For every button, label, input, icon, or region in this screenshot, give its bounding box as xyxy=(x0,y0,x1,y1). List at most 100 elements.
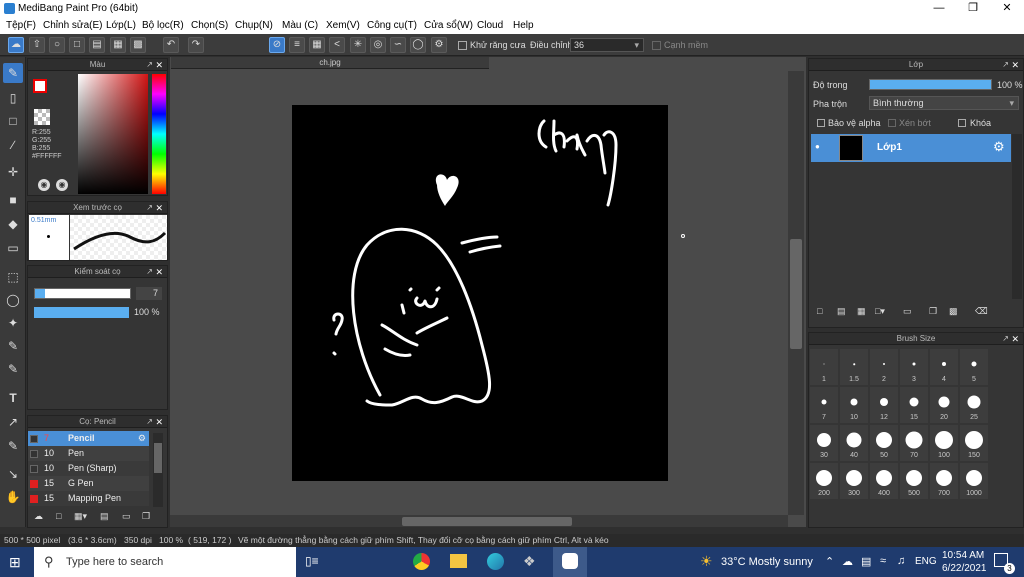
select-eraser-icon[interactable]: ✎ xyxy=(3,359,23,379)
new-layer-icon[interactable]: □ xyxy=(817,306,822,316)
close-icon[interactable]: ✕ xyxy=(1011,333,1019,345)
settings-icon[interactable]: ⚙ xyxy=(431,37,447,53)
brush-size-500[interactable]: 500 xyxy=(900,463,928,499)
close-icon[interactable]: ✕ xyxy=(155,416,163,428)
cloud-icon[interactable]: ☁ xyxy=(8,37,24,53)
brush-item-pen-sharp[interactable]: 10 Pen (Sharp) xyxy=(28,461,149,476)
grid-icon[interactable]: ▩ xyxy=(130,37,146,53)
move-tool-icon[interactable]: ✛ xyxy=(3,162,23,182)
undo-icon[interactable]: ↶ xyxy=(163,37,179,53)
popout-icon[interactable]: ↗ xyxy=(146,416,153,428)
brush-tool-icon[interactable]: ✎ xyxy=(3,63,23,83)
clock-time[interactable]: 10:54 AM xyxy=(942,550,984,561)
minimize-button[interactable]: — xyxy=(922,0,956,17)
close-icon[interactable]: ✕ xyxy=(155,59,163,71)
antialias-checkbox[interactable] xyxy=(458,41,467,50)
close-icon[interactable]: ✕ xyxy=(155,202,163,214)
medibang-taskbar-button[interactable] xyxy=(553,547,587,577)
snap-radial-icon[interactable]: ✳ xyxy=(350,37,366,53)
brush-size-1000[interactable]: 1000 xyxy=(960,463,988,499)
network-icon[interactable]: ▤ xyxy=(861,555,871,568)
brush-size-12[interactable]: 12 xyxy=(870,387,898,423)
drawing-canvas[interactable] xyxy=(292,105,668,481)
adjust-input[interactable]: 36 ▾ xyxy=(570,38,644,52)
hue-slider[interactable] xyxy=(152,74,166,194)
trash-icon[interactable]: ⌫ xyxy=(975,306,988,317)
duplicate-icon[interactable]: ❐ xyxy=(142,511,150,522)
brush-size-slider[interactable] xyxy=(34,288,131,299)
new-halftone-layer-icon[interactable]: ▤ xyxy=(837,306,846,317)
snap-parallel-icon[interactable]: ≡ xyxy=(289,37,305,53)
menu-window[interactable]: Cửa sổ(W) xyxy=(424,20,473,31)
brush-item-pencil[interactable]: 7 Pencil ⚙ xyxy=(28,431,149,446)
layer-scrollbar[interactable] xyxy=(1012,134,1022,299)
snap-perspective-icon[interactable]: < xyxy=(329,37,345,53)
snap-circle-icon[interactable]: ◎ xyxy=(370,37,386,53)
popout-icon[interactable]: ↗ xyxy=(146,266,153,278)
operation-tool-icon[interactable]: ↗ xyxy=(3,412,23,432)
vertical-scroll-thumb[interactable] xyxy=(790,239,802,349)
fill-rect-tool-icon[interactable]: ■ xyxy=(3,190,23,210)
redo-icon[interactable]: ↷ xyxy=(188,37,204,53)
document-tab[interactable]: ch.jpg xyxy=(171,57,489,69)
chrome-icon[interactable] xyxy=(413,553,430,570)
blend-mode-select[interactable]: Bình thường ▾ xyxy=(869,96,1019,110)
task-view-icon[interactable]: ▯≡ xyxy=(305,554,319,568)
gear-icon[interactable]: ⚙ xyxy=(993,139,1005,155)
app-icon[interactable]: ❖ xyxy=(523,553,536,570)
close-button[interactable]: ✕ xyxy=(990,0,1024,17)
brush-size-100[interactable]: 100 xyxy=(930,425,958,461)
hand-tool-icon[interactable]: ✋ xyxy=(3,487,23,507)
brush-list-scrollbar[interactable] xyxy=(153,433,163,507)
snap-grid-icon[interactable]: ▦ xyxy=(309,37,325,53)
brush-size-7[interactable]: 7 xyxy=(810,387,838,423)
gradient-tool-icon[interactable]: ▭ xyxy=(3,238,23,258)
menu-edit[interactable]: Chỉnh sửa(E) xyxy=(43,20,103,31)
brush-item-pen[interactable]: 10 Pen xyxy=(28,446,149,461)
menu-view[interactable]: Xem(V) xyxy=(326,20,360,31)
comment-icon[interactable]: ○ xyxy=(49,37,65,53)
brush-size-10[interactable]: 10 xyxy=(840,387,868,423)
weather-text[interactable]: 33°C Mostly sunny xyxy=(721,556,813,568)
saturation-value-picker[interactable] xyxy=(78,74,148,194)
popout-icon[interactable]: ↗ xyxy=(1002,59,1009,71)
share-icon[interactable]: ⇧ xyxy=(29,37,45,53)
duplicate-layer-icon[interactable]: ❐ xyxy=(929,306,937,317)
transparent-swatch[interactable] xyxy=(34,109,50,125)
taskbar-search[interactable]: ⚲ Type here to search xyxy=(34,547,296,577)
clock-date[interactable]: 6/22/2021 xyxy=(942,563,987,574)
close-icon[interactable]: ✕ xyxy=(155,266,163,278)
menu-filter[interactable]: Bộ lọc(R) xyxy=(142,20,184,31)
blur-tool-icon[interactable]: ✎ xyxy=(3,436,23,456)
brush-size-50[interactable]: 50 xyxy=(870,425,898,461)
palette-add-icon[interactable]: ◉ xyxy=(56,179,68,191)
brush-size-value[interactable]: 7 xyxy=(136,287,162,300)
brush-page-icon[interactable]: ▤ xyxy=(100,511,109,522)
clip-checkbox[interactable] xyxy=(888,119,896,127)
foreground-color-swatch[interactable] xyxy=(33,79,47,93)
brush-size-1.5[interactable]: 1.5 xyxy=(840,349,868,385)
chat-icon[interactable]: □ xyxy=(69,37,85,53)
palette-icon[interactable]: ◉ xyxy=(38,179,50,191)
maximize-button[interactable]: ❐ xyxy=(956,0,990,17)
cloud-brush-icon[interactable]: ☁ xyxy=(34,511,43,522)
popout-icon[interactable]: ↗ xyxy=(1002,333,1009,345)
line-tool-icon[interactable]: ∕ xyxy=(3,135,23,155)
snap-off-icon[interactable]: ⊘ xyxy=(269,37,285,53)
brush-size-4[interactable]: 4 xyxy=(930,349,958,385)
cloud-icon[interactable]: ☁ xyxy=(842,555,853,568)
language-indicator[interactable]: ENG xyxy=(915,556,937,567)
brush-item-mapping-pen[interactable]: 15 Mapping Pen xyxy=(28,491,149,506)
menu-layer[interactable]: Lớp(L) xyxy=(106,20,136,31)
snap-curve-icon[interactable]: ∽ xyxy=(390,37,406,53)
protect-alpha-checkbox[interactable] xyxy=(817,119,825,127)
horizontal-scrollbar[interactable] xyxy=(170,515,788,527)
eyedropper-icon[interactable]: ↘ xyxy=(3,464,23,484)
brush-size-3[interactable]: 3 xyxy=(900,349,928,385)
menu-help[interactable]: Help xyxy=(513,20,534,31)
wifi-icon[interactable]: ≈ xyxy=(880,555,886,567)
menu-cloud[interactable]: Cloud xyxy=(477,20,503,31)
pages-icon[interactable]: ▦ xyxy=(110,37,126,53)
brush-item-g-pen[interactable]: 15 G Pen xyxy=(28,476,149,491)
brush-size-200[interactable]: 200 xyxy=(810,463,838,499)
